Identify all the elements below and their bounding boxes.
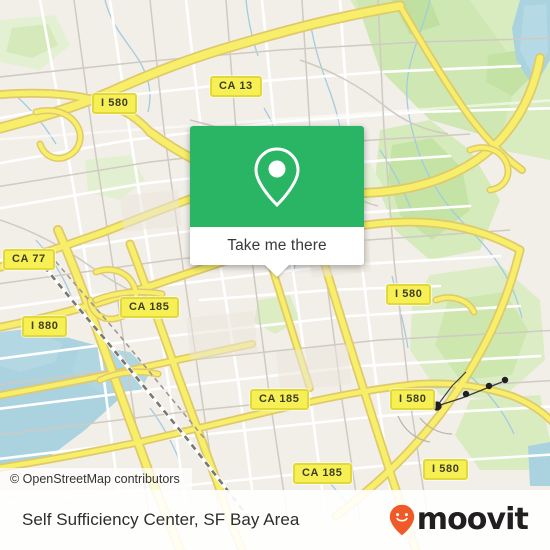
highway-shield-ca185-w[interactable]: CA 185 bbox=[120, 297, 179, 318]
moovit-logo[interactable]: moovit bbox=[389, 502, 529, 537]
moovit-pin-icon bbox=[389, 504, 414, 536]
highway-shield-ca13[interactable]: CA 13 bbox=[210, 76, 262, 97]
highway-shield-i580-se[interactable]: I 580 bbox=[390, 389, 436, 410]
attribution-text: © OpenStreetMap contributors bbox=[10, 472, 180, 486]
location-popup-card[interactable]: Take me there bbox=[190, 126, 364, 277]
popup-icon-panel bbox=[190, 126, 364, 227]
highway-shield-i580-nw[interactable]: I 580 bbox=[92, 93, 138, 114]
take-me-there-label: Take me there bbox=[227, 237, 327, 254]
map-pin-icon bbox=[254, 146, 300, 207]
footer-bar: Self Sufficiency Center, SF Bay Area moo… bbox=[0, 490, 550, 550]
highway-shield-ca77[interactable]: CA 77 bbox=[3, 249, 55, 270]
moovit-wordmark: moovit bbox=[416, 502, 529, 537]
map-attribution[interactable]: © OpenStreetMap contributors bbox=[0, 468, 192, 490]
highway-shield-ca185-c[interactable]: CA 185 bbox=[250, 389, 309, 410]
highway-shield-i580-s[interactable]: I 580 bbox=[423, 459, 469, 480]
popup-tail-arrow bbox=[264, 264, 290, 277]
highway-shield-ca185-s[interactable]: CA 185 bbox=[293, 463, 352, 484]
highway-shield-i880[interactable]: I 880 bbox=[22, 316, 68, 337]
map-screen: I 580 CA 13 CA 77 CA 185 I 880 I 580 CA … bbox=[0, 0, 550, 550]
place-title: Self Sufficiency Center, SF Bay Area bbox=[22, 510, 300, 529]
highway-shield-i580-e[interactable]: I 580 bbox=[386, 284, 432, 305]
popup-action-panel[interactable]: Take me there bbox=[190, 227, 364, 277]
